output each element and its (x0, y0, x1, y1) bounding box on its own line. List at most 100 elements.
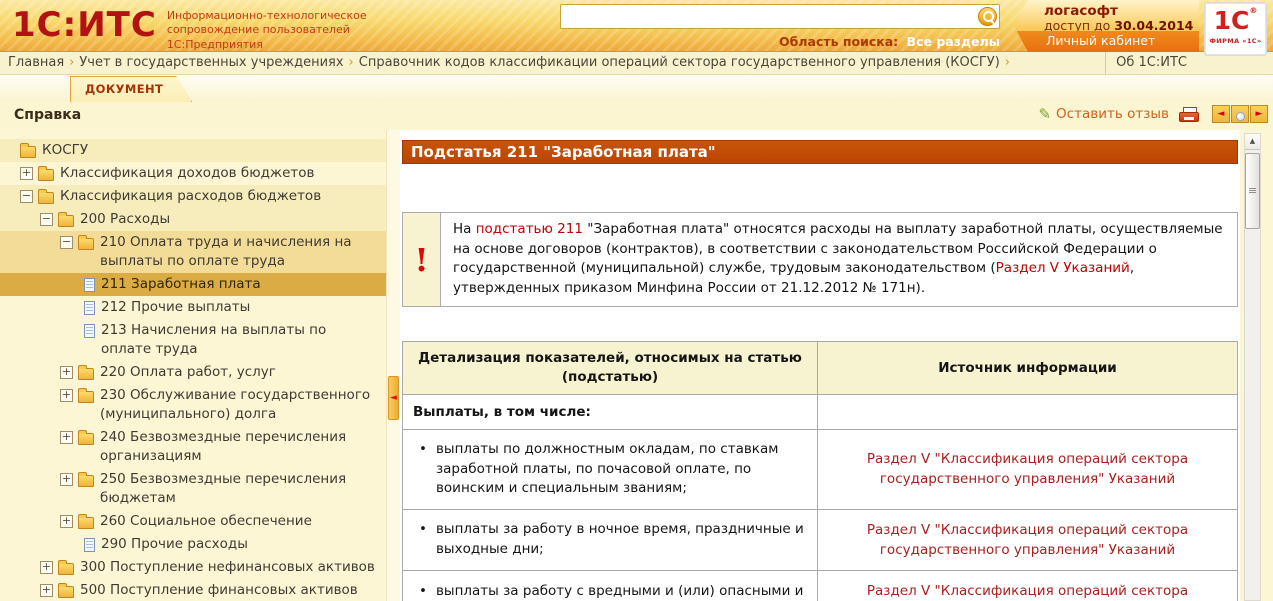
tree-item-label: 260 Социальное обеспечение (100, 513, 312, 529)
detail-cell: • выплаты за работу в ночное время, празд… (402, 508, 818, 572)
collapse-icon[interactable]: − (60, 236, 73, 249)
expand-icon[interactable]: + (40, 584, 53, 597)
search-input[interactable] (560, 4, 1000, 29)
document-icon (84, 278, 95, 292)
tree-item-label: Классификация расходов бюджетов (60, 188, 322, 204)
scroll-up-button[interactable]: ▲ (1245, 134, 1260, 150)
search-scope: Область поиска: Все разделы (560, 34, 1000, 49)
user-name: логасофт (1044, 3, 1118, 19)
expand-icon[interactable]: + (20, 167, 33, 180)
bullet-text: выплаты по должностным окладам, по ставк… (435, 441, 779, 497)
tree-item-label: 290 Прочие расходы (101, 536, 248, 552)
source-link[interactable]: Раздел V "Классификация операций сектора… (867, 451, 1188, 487)
search-icon[interactable] (978, 7, 997, 26)
expand-icon[interactable]: + (60, 473, 73, 486)
breadcrumb-link[interactable]: Учет в государственных учреждениях (79, 55, 343, 70)
page-title: Подстатья 211 "Заработная плата" (402, 140, 1238, 164)
tree-item-212[interactable]: 212 Прочие выплаты (0, 296, 386, 319)
bullet-line: • выплаты по должностным окладам, по став… (419, 440, 807, 499)
site-logo[interactable]: 1С:ИТС Информационно-технологическое соп… (12, 5, 367, 52)
next-button[interactable]: ► (1250, 105, 1268, 123)
folder-icon (20, 143, 36, 158)
bullet-icon: • (419, 521, 427, 538)
detail-cell: • выплаты по должностным окладам, по став… (402, 429, 818, 510)
search-scope-label: Область поиска: (779, 34, 899, 49)
tree-item-213[interactable]: 213 Начисления на выплаты по оплате труд… (0, 319, 386, 361)
lightbulb-icon (1235, 112, 1245, 121)
tree-item-211[interactable]: 211 Заработная плата (0, 273, 386, 296)
section-title: Справка (14, 107, 82, 123)
document-icon (84, 301, 95, 315)
tree-item-250[interactable]: +250 Безвозмездные перечисления бюджетам (0, 468, 386, 510)
tree-item-230[interactable]: +230 Обслуживание государственного (муни… (0, 384, 386, 426)
1c-firm-logo: 1С® ФИРМА «1С» (1204, 2, 1267, 56)
collapse-icon[interactable]: − (20, 190, 33, 203)
tree-item-290[interactable]: 290 Прочие расходы (0, 533, 386, 556)
tree-item-label: 300 Поступление нефинансовых активов (80, 559, 375, 575)
exclamation-icon: ! (414, 240, 429, 279)
tree-item-классификация[interactable]: + Классификация доходов бюджетов (0, 162, 386, 185)
folder-icon (58, 583, 74, 598)
breadcrumb-link[interactable]: Справочник кодов классификации операций … (359, 55, 1000, 70)
about-its-link[interactable]: Об 1С:ИТС (1105, 52, 1187, 74)
feedback-link[interactable]: Оставить отзыв (1056, 106, 1169, 122)
expand-icon[interactable]: + (60, 366, 73, 379)
prev-button[interactable]: ◄ (1212, 105, 1230, 123)
1c-logo-caption: ФИРМА «1С» (1209, 36, 1262, 45)
tree-item-260[interactable]: +260 Социальное обеспечение (0, 510, 386, 533)
tree-item-label: 213 Начисления на выплаты по оплате труд… (101, 322, 327, 357)
tree-item-220[interactable]: +220 Оплата работ, услуг (0, 361, 386, 384)
tagline-line: сопровождение пользователей (166, 23, 350, 37)
source-cell: Раздел V "Классификация операций сектора… (816, 508, 1239, 572)
vertical-scrollbar[interactable]: ▲ (1244, 133, 1261, 601)
breadcrumb-separator-icon: › (69, 55, 75, 70)
table-row: • выплаты за работу с вредными и (или) оп… (402, 570, 1239, 601)
tree-item-label: 240 Безвозмездные перечисления организац… (100, 429, 347, 464)
table-row: • выплаты за работу в ночное время, празд… (402, 508, 1239, 572)
scrollbar-thumb[interactable] (1245, 153, 1260, 229)
print-icon[interactable] (1179, 106, 1199, 122)
search-scope-value[interactable]: Все разделы (907, 34, 1000, 49)
collapse-icon[interactable]: − (40, 213, 53, 226)
breadcrumb-link[interactable]: Главная (8, 55, 64, 70)
collapse-panel-handle[interactable]: ◄ (388, 376, 399, 420)
folder-icon (38, 166, 54, 181)
source-link[interactable]: Раздел V "Классификация операций сектора… (867, 583, 1188, 601)
expand-icon[interactable]: + (60, 431, 73, 444)
right-arrow-icon: ► (1255, 109, 1263, 119)
tree-item-210[interactable]: − 210 Оплата труда и начисления на выплат… (0, 231, 386, 273)
expand-icon[interactable]: + (60, 389, 73, 402)
source-link[interactable]: Раздел V "Классификация операций сектора… (867, 522, 1188, 558)
source-cell: Раздел V "Классификация операций сектора… (816, 429, 1239, 510)
tree-item-классификация[interactable]: − Классификация расходов бюджетов (0, 185, 386, 208)
nav-button-group: ◄ ► (1211, 105, 1268, 123)
1c-logo-text: 1С® (1213, 6, 1258, 35)
folder-icon (58, 560, 74, 575)
expand-icon[interactable]: + (40, 561, 53, 574)
document-content: Подстатья 211 "Заработная плата" ! На по… (400, 130, 1240, 601)
tab-document[interactable]: ДОКУМЕНТ (70, 76, 192, 102)
source-cell: Раздел V "Классификация операций сектора… (816, 570, 1239, 601)
logo-text: 1С:ИТС (12, 5, 157, 45)
tree-item-косгу[interactable]: КОСГУ (0, 139, 386, 162)
bullet-text: выплаты за работу с вредными и (или) опа… (435, 582, 804, 599)
hint-button[interactable] (1231, 105, 1249, 123)
expand-icon[interactable]: + (60, 515, 73, 528)
alert-icon-cell: ! (403, 213, 441, 307)
tagline-line: Информационно-технологическое (166, 9, 367, 22)
breadcrumb-separator-icon: › (348, 55, 354, 70)
tree-item-500[interactable]: +500 Поступление финансовых активов (0, 579, 386, 601)
tree-item-300[interactable]: +300 Поступление нефинансовых активов (0, 556, 386, 579)
alert-link[interactable]: подстатью 211 (476, 221, 583, 237)
alert-link[interactable]: Раздел V Указаний (996, 260, 1130, 276)
tree-item-240[interactable]: +240 Безвозмездные перечисления организа… (0, 426, 386, 468)
tree-item-200[interactable]: − 200 Расходы (0, 208, 386, 231)
personal-cabinet-link[interactable]: Личный кабинет (1046, 33, 1155, 48)
breadcrumb-separator-icon: › (1004, 55, 1010, 70)
folder-icon (78, 472, 94, 487)
bullet-text: выплаты за работу в ночное время, праздн… (435, 521, 804, 557)
alert-box: ! На подстатью 211 "Заработная плата" от… (402, 212, 1238, 308)
source-cell (816, 394, 1239, 431)
bullet-icon: • (419, 582, 427, 599)
tagline-line: 1С:Предприятия (166, 37, 263, 51)
